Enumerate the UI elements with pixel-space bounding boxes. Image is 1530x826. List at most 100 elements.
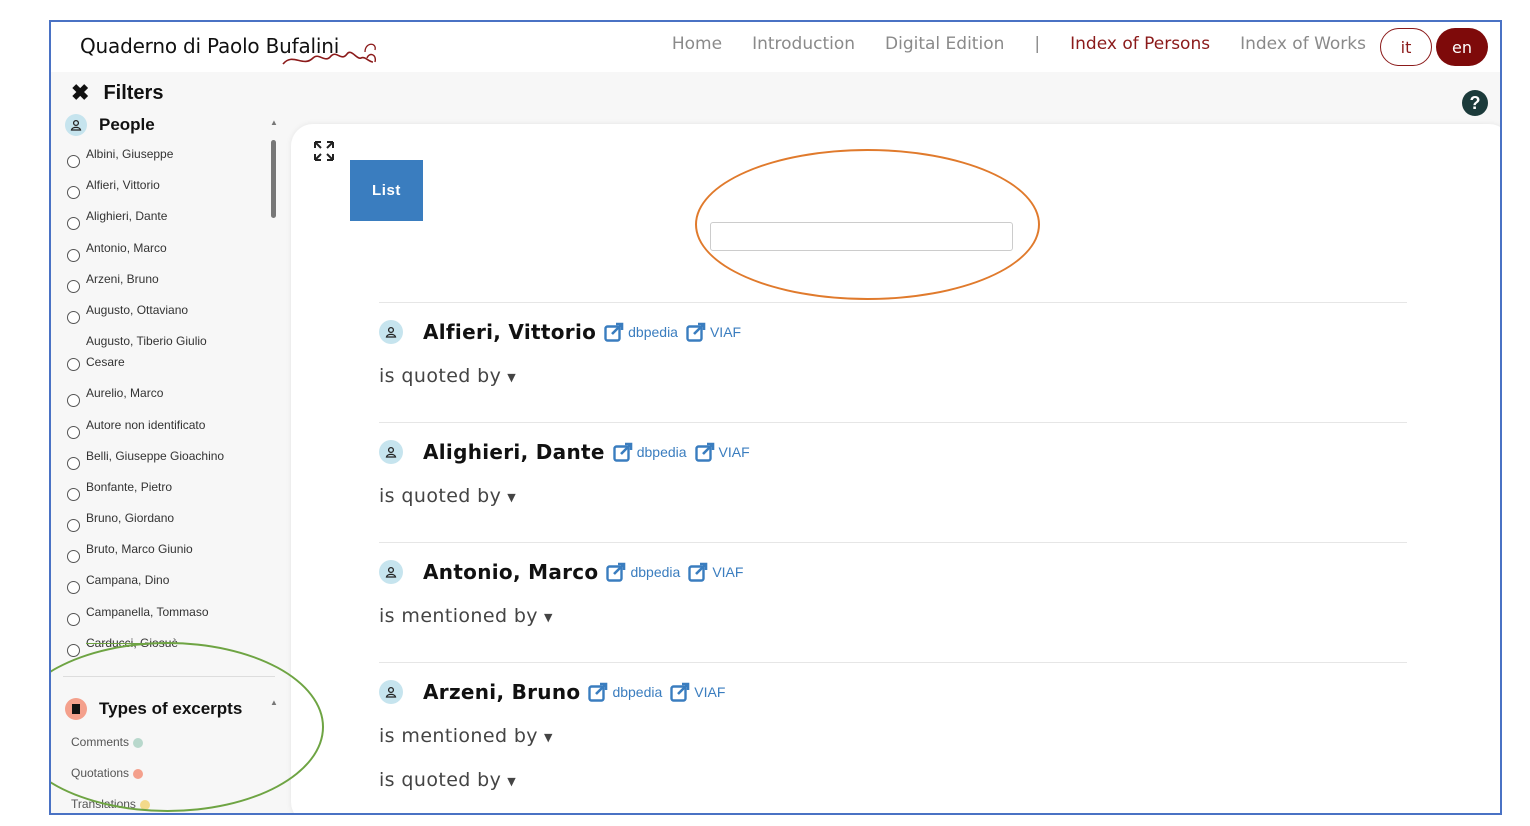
scroll-up-icon[interactable]: ▲ [270, 118, 278, 127]
people-item[interactable]: Cesare [67, 354, 257, 385]
radio-button[interactable] [67, 425, 80, 439]
radio-button[interactable] [67, 248, 80, 262]
radio-button[interactable] [67, 581, 80, 595]
people-item-label: Augusto, Tiberio Giulio [86, 334, 207, 349]
person-icon [379, 320, 403, 344]
sidebar-scrollbar[interactable] [271, 140, 276, 218]
people-item[interactable]: Arzeni, Bruno [67, 271, 257, 302]
external-link-icon [688, 562, 708, 582]
dbpedia-link[interactable]: dbpedia [606, 562, 680, 582]
excerpt-type-translations[interactable]: Translations [71, 780, 271, 811]
relation-dropdown[interactable]: is mentioned by ▼ [379, 605, 1407, 627]
nav-digital-edition[interactable]: Digital Edition [885, 34, 1004, 54]
people-item[interactable]: Campana, Dino [67, 572, 257, 603]
nav-home[interactable]: Home [672, 34, 722, 54]
people-item-label: Arzeni, Bruno [86, 271, 159, 286]
external-link-icon [686, 322, 706, 342]
person-entries: Alfieri, Vittorio dbpedia VIAF is quoted… [379, 302, 1407, 813]
people-item-label: Bruto, Marco Giunio [86, 542, 193, 557]
excerpt-icon [65, 698, 87, 720]
people-item[interactable]: Autore non identificato [67, 417, 257, 448]
radio-button[interactable] [67, 487, 80, 501]
site-header: Quaderno di Paolo Bufalini Home Introduc… [51, 22, 1500, 72]
people-item-label: Belli, Giuseppe Gioachino [86, 448, 225, 463]
people-item[interactable]: Augusto, Tiberio Giulio [67, 333, 257, 354]
people-item[interactable]: Belli, Giuseppe Gioachino [67, 448, 257, 479]
people-item-label: Carducci, Giosuè [86, 635, 179, 650]
dbpedia-link[interactable]: dbpedia [604, 322, 678, 342]
people-item[interactable]: Carducci, Giosuè [67, 635, 257, 666]
radio-button[interactable] [67, 612, 80, 626]
people-item-label: Campanella, Tommaso [86, 604, 209, 619]
person-name: Alighieri, Dante [423, 440, 605, 464]
people-item[interactable]: Aurelio, Marco [67, 385, 257, 416]
people-item-label: Cesare [86, 355, 125, 370]
viaf-link[interactable]: VIAF [670, 682, 725, 702]
people-item-label: Antonio, Marco [86, 240, 167, 255]
dbpedia-link[interactable]: dbpedia [588, 682, 662, 702]
people-section-title[interactable]: People [65, 114, 155, 136]
people-item[interactable]: Augusto, Ottaviano [67, 302, 257, 333]
excerpt-type-comments[interactable]: Comments [71, 718, 271, 749]
excerpts-title: Types of excerpts [99, 699, 243, 718]
person-icon [65, 114, 87, 136]
radio-button[interactable] [67, 155, 80, 168]
external-link-icon [588, 682, 608, 702]
people-item[interactable]: Alighieri, Dante [67, 208, 257, 239]
viaf-link[interactable]: VIAF [686, 322, 741, 342]
radio-button[interactable] [67, 186, 80, 200]
sidebar-divider [63, 676, 275, 677]
people-item[interactable]: Campanella, Tommaso [67, 604, 257, 635]
caret-down-icon: ▼ [507, 371, 517, 384]
language-it-button[interactable]: it [1380, 28, 1432, 66]
people-item[interactable]: Albini, Giuseppe [67, 146, 257, 177]
viaf-link[interactable]: VIAF [694, 442, 750, 462]
excerpt-type-quotations[interactable]: Quotations [71, 749, 271, 780]
browser-frame: Quaderno di Paolo Bufalini Home Introduc… [49, 20, 1502, 815]
people-item[interactable]: Bonfante, Pietro [67, 479, 257, 510]
radio-button[interactable] [67, 456, 80, 470]
people-item[interactable]: Antonio, Marco [67, 240, 257, 271]
expand-icon[interactable] [313, 140, 335, 162]
radio-button[interactable] [67, 358, 80, 372]
relation-dropdown[interactable]: is quoted by ▼ [379, 365, 1407, 387]
relation-dropdown[interactable]: is mentioned by ▼ [379, 725, 1407, 747]
external-link-icon [694, 442, 714, 462]
external-link-icon [604, 322, 624, 342]
close-icon[interactable]: ✖ [71, 80, 89, 106]
list-button[interactable]: List [350, 160, 423, 221]
people-item-label: Augusto, Ottaviano [86, 302, 189, 317]
relation-dropdown[interactable]: is quoted by ▼ [379, 769, 1407, 791]
radio-button[interactable] [67, 217, 80, 231]
nav-index-of-works[interactable]: Index of Works [1240, 34, 1366, 54]
radio-button[interactable] [67, 394, 80, 408]
people-item[interactable]: Alfieri, Vittorio [67, 177, 257, 208]
person-entry: Arzeni, Bruno dbpedia VIAF is mentioned … [379, 662, 1407, 813]
help-icon[interactable]: ? [1462, 90, 1488, 116]
quotations-dot [133, 769, 144, 779]
scroll-up-icon[interactable]: ▲ [270, 698, 278, 707]
main-panel: List Alfieri, Vittorio dbpedia VIAF is q… [291, 124, 1500, 813]
people-item-label: Albini, Giuseppe [86, 147, 174, 161]
nav-index-of-persons[interactable]: Index of Persons [1070, 34, 1210, 54]
dbpedia-link[interactable]: dbpedia [613, 442, 687, 462]
excerpt-type-label: Translations [71, 797, 136, 811]
radio-button[interactable] [67, 310, 80, 324]
people-item[interactable]: Bruno, Giordano [67, 510, 257, 541]
people-item[interactable]: Bruto, Marco Giunio [67, 541, 257, 572]
external-link-icon [613, 442, 633, 462]
nav-introduction[interactable]: Introduction [752, 34, 855, 54]
person-name: Antonio, Marco [423, 560, 599, 584]
radio-button[interactable] [67, 643, 80, 657]
viaf-link[interactable]: VIAF [688, 562, 743, 582]
language-en-button[interactable]: en [1436, 28, 1488, 66]
people-list: Albini, Giuseppe Alfieri, Vittorio Aligh… [67, 146, 257, 666]
radio-button[interactable] [67, 519, 80, 533]
radio-button[interactable] [67, 279, 80, 293]
radio-button[interactable] [67, 550, 80, 564]
relation-dropdown[interactable]: is quoted by ▼ [379, 485, 1407, 507]
people-title: People [99, 115, 155, 134]
search-input[interactable] [710, 222, 1013, 251]
excerpts-section-title[interactable]: Types of excerpts [65, 698, 242, 720]
people-item-label: Bruno, Giordano [86, 511, 175, 526]
